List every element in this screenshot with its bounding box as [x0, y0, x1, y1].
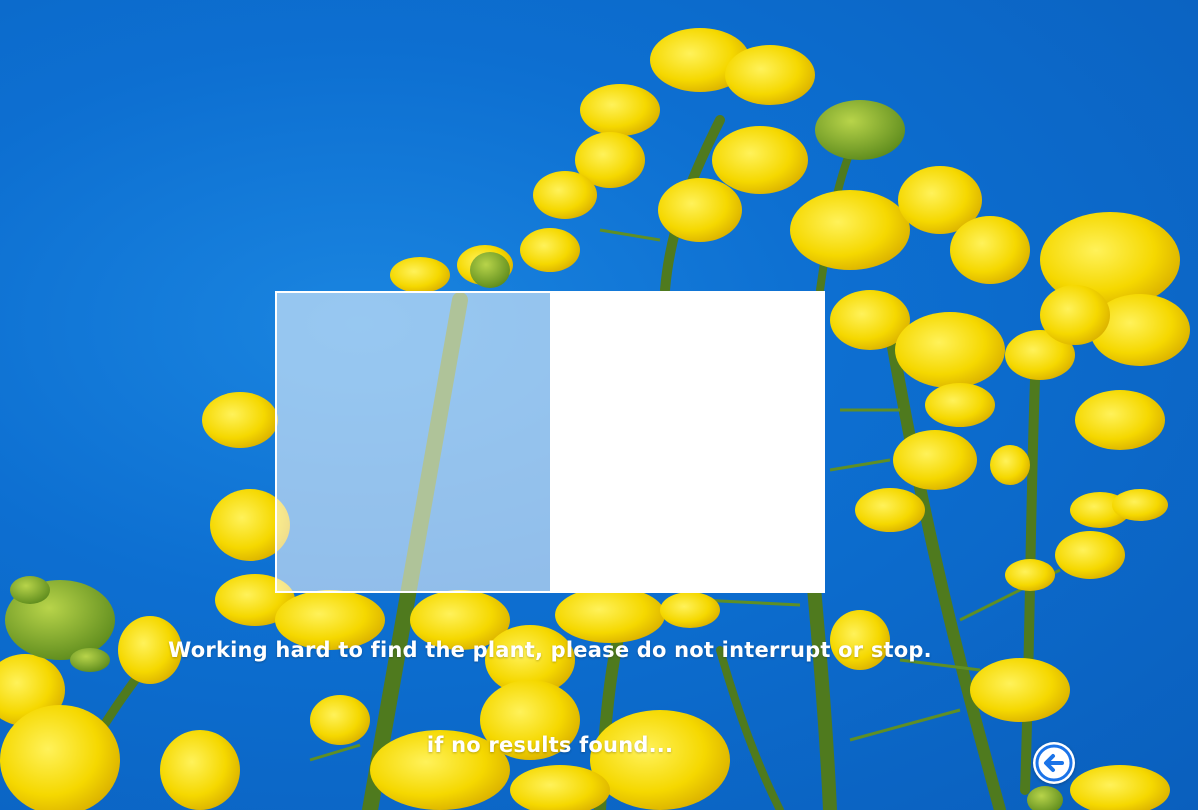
status-message: Working hard to find the plant, please d… — [168, 638, 932, 662]
arrow-left-icon — [1035, 744, 1073, 782]
fallback-link[interactable]: if no results found... — [0, 733, 1100, 757]
scan-progress-fill — [550, 291, 825, 593]
app-screen: Working hard to find the plant, please d… — [0, 0, 1198, 810]
back-button[interactable] — [1033, 742, 1075, 784]
